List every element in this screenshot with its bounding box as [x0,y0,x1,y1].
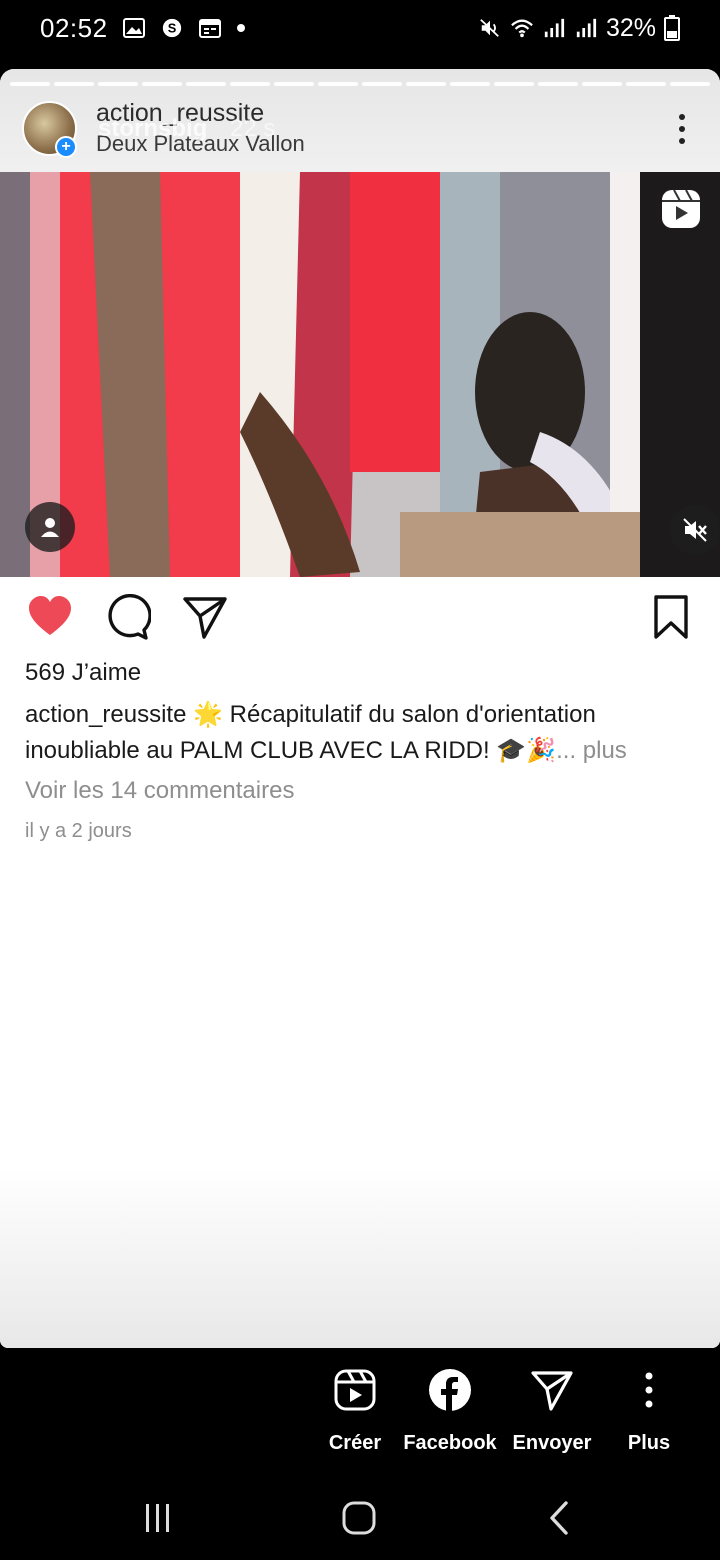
wifi-icon [511,19,533,38]
overlay-time: 22 s [230,115,276,142]
gallery-icon [122,18,145,38]
post-media[interactable] [0,172,720,577]
recent-apps-icon[interactable] [138,1498,178,1538]
screen: 02:52 S 32% + action_reussite Deux Plate… [0,0,720,1560]
battery-percent: 32% [605,13,656,42]
overlay-username: stornsbig [98,115,208,142]
more-share-button[interactable]: Plus [594,1368,704,1455]
post-timestamp: il y a 2 jours [25,820,132,842]
card-bottom-fade [0,1168,720,1348]
create-button[interactable]: Créer [300,1368,410,1455]
send-label: Envoyer [512,1432,592,1454]
share-bar: Créer Facebook Envoyer Plus [0,1348,720,1468]
create-label: Créer [328,1432,382,1454]
share-send-icon[interactable] [182,594,228,640]
story-progress-bar [10,82,710,86]
status-time: 02:52 [40,12,108,43]
s-app-icon: S [162,18,181,38]
more-vertical-icon [645,1372,653,1408]
tagged-people-button[interactable] [25,502,75,552]
more-label: Plus [627,1432,671,1454]
caption-more-link[interactable]: ... plus [556,737,627,764]
notification-dot-icon [236,24,245,32]
media-image [0,172,720,577]
status-left: 02:52 S [40,13,246,44]
reels-icon[interactable] [660,188,702,230]
facebook-label: Facebook [403,1432,497,1454]
calendar-icon [198,19,221,38]
story-header-area: + action_reussite Deux Plateaux Vallon s… [0,69,720,172]
facebook-icon [429,1369,471,1412]
person-icon [41,518,59,537]
signal-icon [544,18,565,38]
caption-username[interactable]: action_reussite [25,701,186,728]
bookmark-icon[interactable] [648,594,694,640]
signal-2-icon [576,18,597,38]
battery-icon [664,15,680,41]
view-comments-link[interactable]: Voir les 14 commentaires [25,777,294,805]
back-icon[interactable] [540,1498,580,1538]
story-header: + action_reussite Deux Plateaux Vallon s… [22,99,702,159]
status-bar: 02:52 S 32% [0,0,720,56]
mute-vibrate-icon [480,19,499,37]
more-options-icon[interactable] [672,111,692,147]
story-card: + action_reussite Deux Plateaux Vallon s… [0,69,720,1348]
status-right: 32% [478,14,680,43]
comment-icon[interactable] [105,594,151,640]
send-button[interactable]: Envoyer [497,1368,607,1455]
likes-count[interactable]: 569 J’aime [25,659,141,687]
home-icon[interactable] [339,1498,379,1538]
post-actions [0,594,720,644]
speaker-muted-icon [683,518,707,542]
send-icon [531,1371,573,1411]
like-heart-icon[interactable] [27,594,73,640]
facebook-button[interactable]: Facebook [395,1368,505,1455]
system-nav-bar [0,1480,720,1560]
mute-button[interactable] [670,505,720,555]
add-story-icon[interactable]: + [55,136,77,158]
reels-create-icon [334,1369,376,1411]
svg-text:S: S [167,21,176,36]
post-caption: action_reussite 🌟 Récapitulatif du salon… [25,697,695,769]
